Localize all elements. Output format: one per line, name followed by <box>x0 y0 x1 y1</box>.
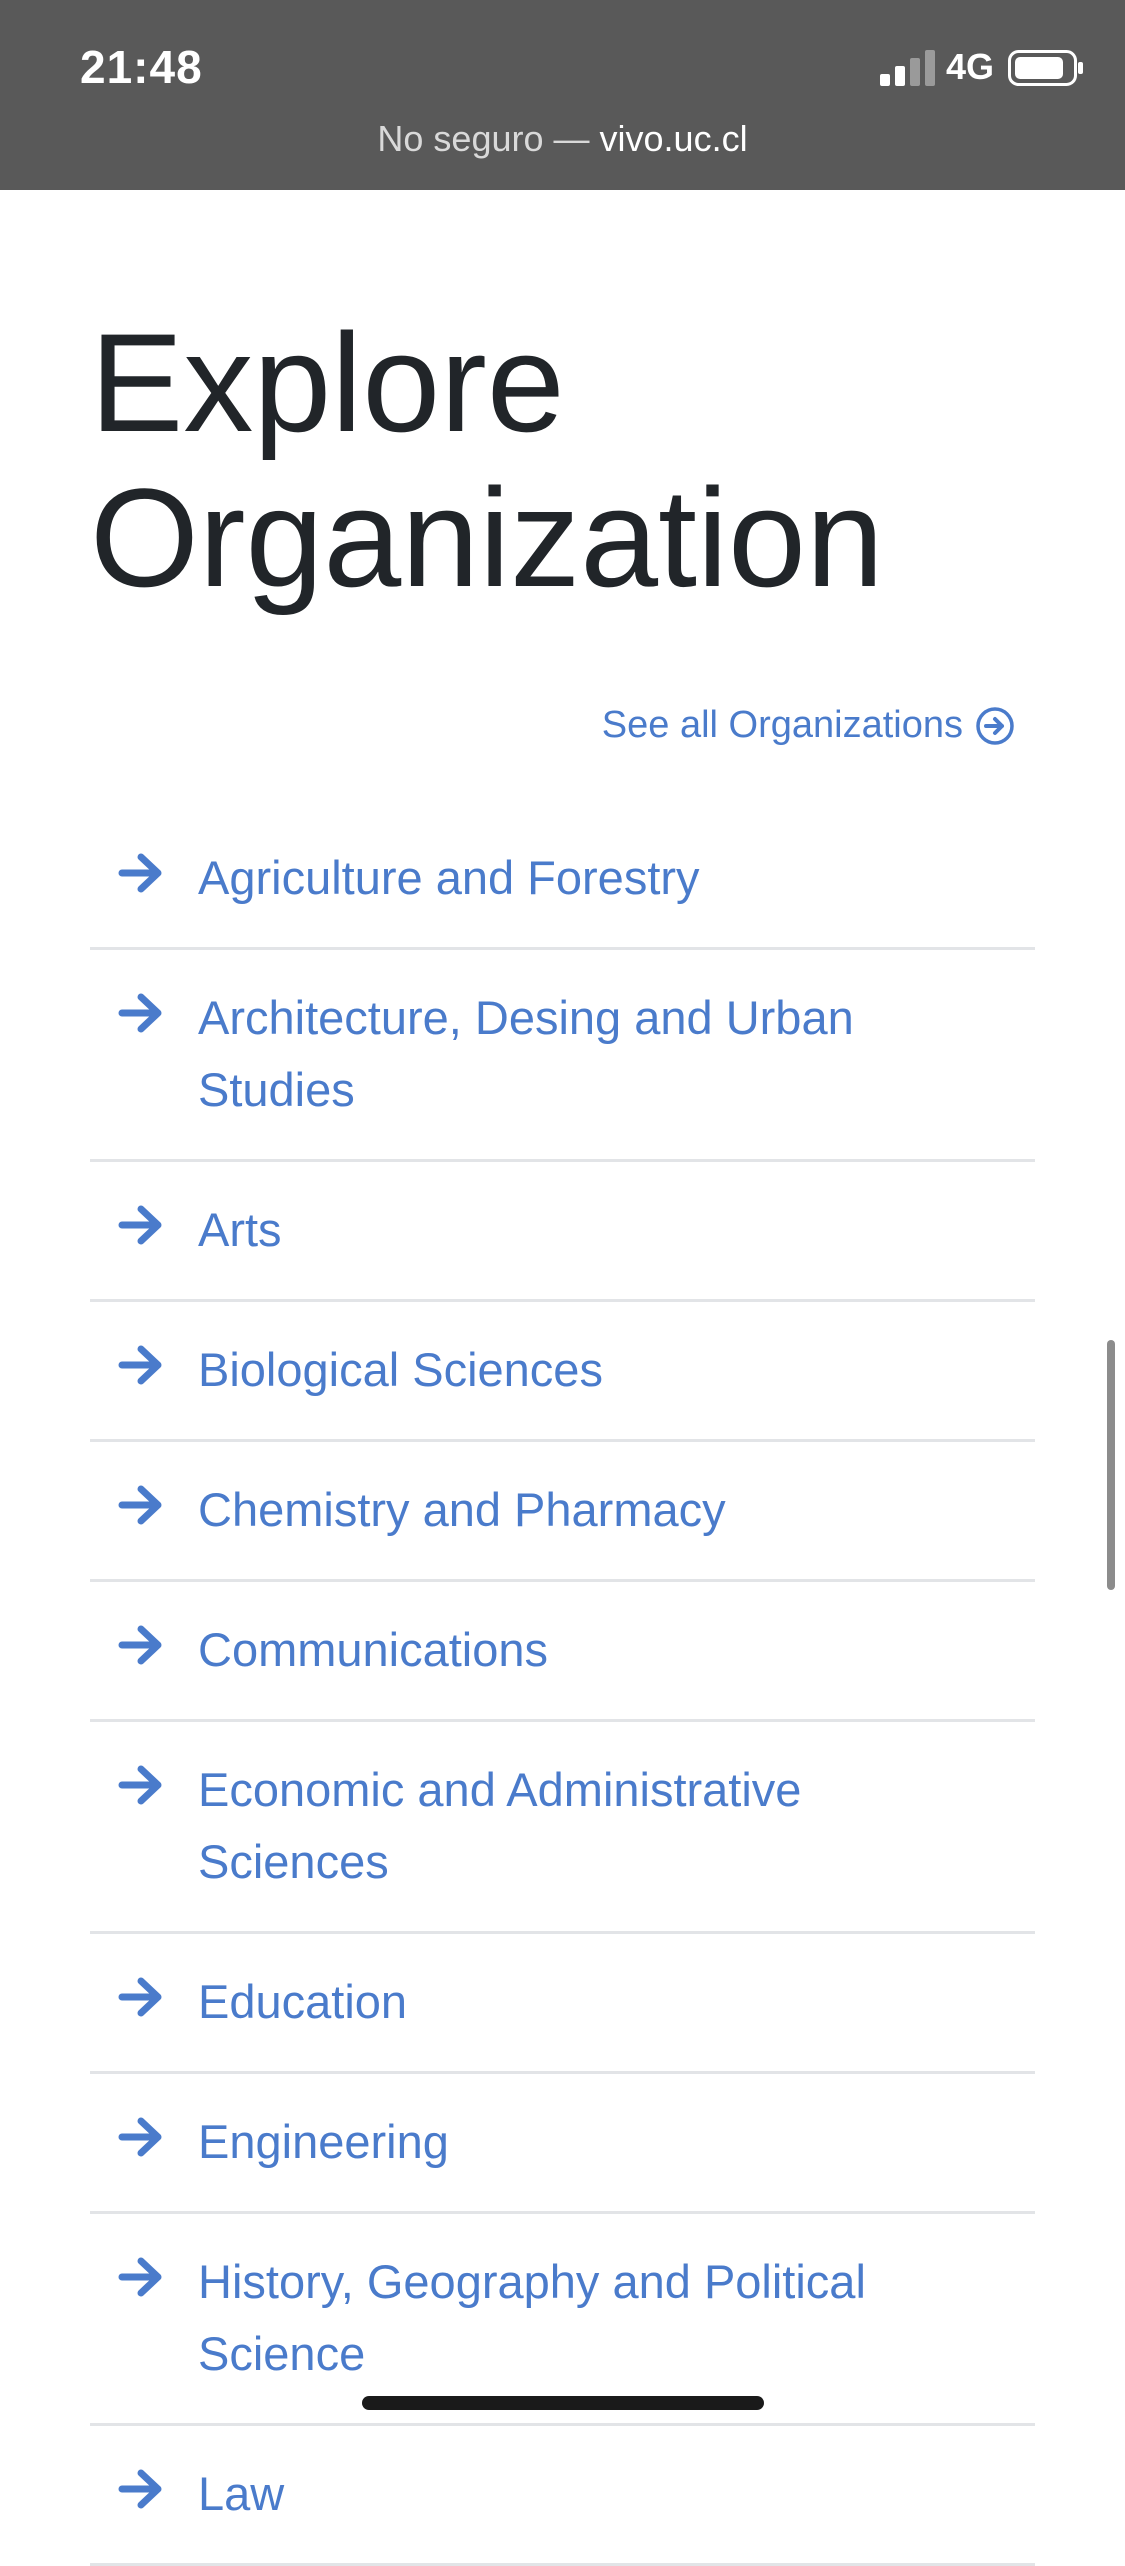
organization-item: Engineering <box>90 2074 1035 2214</box>
arrow-right-icon <box>118 1345 162 1385</box>
arrow-right-icon <box>118 1625 162 1665</box>
arrow-right-icon <box>118 2117 162 2157</box>
organization-item: Biological Sciences <box>90 1302 1035 1442</box>
organization-item: Education <box>90 1934 1035 2074</box>
organization-link[interactable]: Architecture, Desing and Urban Studies <box>198 982 918 1126</box>
organization-item: Chemistry and Pharmacy <box>90 1442 1035 1582</box>
arrow-right-icon <box>118 1765 162 1805</box>
arrow-right-icon <box>118 2257 162 2297</box>
organization-item: Arts <box>90 1162 1035 1302</box>
organization-item: History, Geography and Political Science <box>90 2214 1035 2426</box>
organization-link[interactable]: Arts <box>198 1194 918 1266</box>
page-title-line1: Explore <box>90 304 565 461</box>
organization-link[interactable]: Biological Sciences <box>198 1334 918 1406</box>
arrow-right-icon <box>118 2469 162 2509</box>
scrollbar[interactable] <box>1107 1340 1115 1590</box>
organization-item: Agriculture and Forestry <box>90 810 1035 950</box>
organization-link[interactable]: Economic and Administrative Sciences <box>198 1754 918 1898</box>
organization-list: Agriculture and Forestry Architecture, D… <box>90 810 1035 2566</box>
arrow-right-icon <box>118 1485 162 1525</box>
circle-arrow-right-icon <box>976 706 1014 745</box>
organization-link[interactable]: Agriculture and Forestry <box>198 842 918 914</box>
see-all-label: See all Organizations <box>601 704 963 746</box>
arrow-right-icon <box>118 853 162 893</box>
arrow-right-icon <box>118 1977 162 2017</box>
status-time: 21:48 <box>80 41 203 93</box>
arrow-right-icon <box>118 1205 162 1245</box>
organization-link[interactable]: Engineering <box>198 2106 918 2178</box>
arrow-right-icon <box>118 993 162 1033</box>
page-title-line2: Organization <box>90 459 884 616</box>
home-indicator[interactable] <box>362 2396 764 2410</box>
cellular-signal-icon <box>880 50 935 86</box>
battery-icon <box>1008 50 1083 86</box>
organization-link[interactable]: Communications <box>198 1614 918 1686</box>
organization-item: Architecture, Desing and Urban Studies <box>90 950 1035 1162</box>
organization-item: Communications <box>90 1582 1035 1722</box>
organization-link[interactable]: Law <box>198 2458 918 2530</box>
organization-link[interactable]: Chemistry and Pharmacy <box>198 1474 918 1546</box>
security-status: No seguro — <box>377 118 590 159</box>
status-bar: 21:48 4G No seguro — vivo.uc.cl <box>0 0 1125 190</box>
organization-item: Economic and Administrative Sciences <box>90 1722 1035 1934</box>
organization-link[interactable]: Education <box>198 1966 918 2038</box>
page-title: Explore Organization <box>90 305 990 615</box>
url-bar[interactable]: No seguro — vivo.uc.cl <box>0 118 1125 160</box>
network-type: 4G <box>946 46 995 87</box>
see-all-organizations-link[interactable]: See all Organizations <box>602 704 1015 747</box>
organization-link[interactable]: History, Geography and Political Science <box>198 2246 918 2390</box>
organization-item: Law <box>90 2426 1035 2566</box>
url-host: vivo.uc.cl <box>599 118 748 159</box>
